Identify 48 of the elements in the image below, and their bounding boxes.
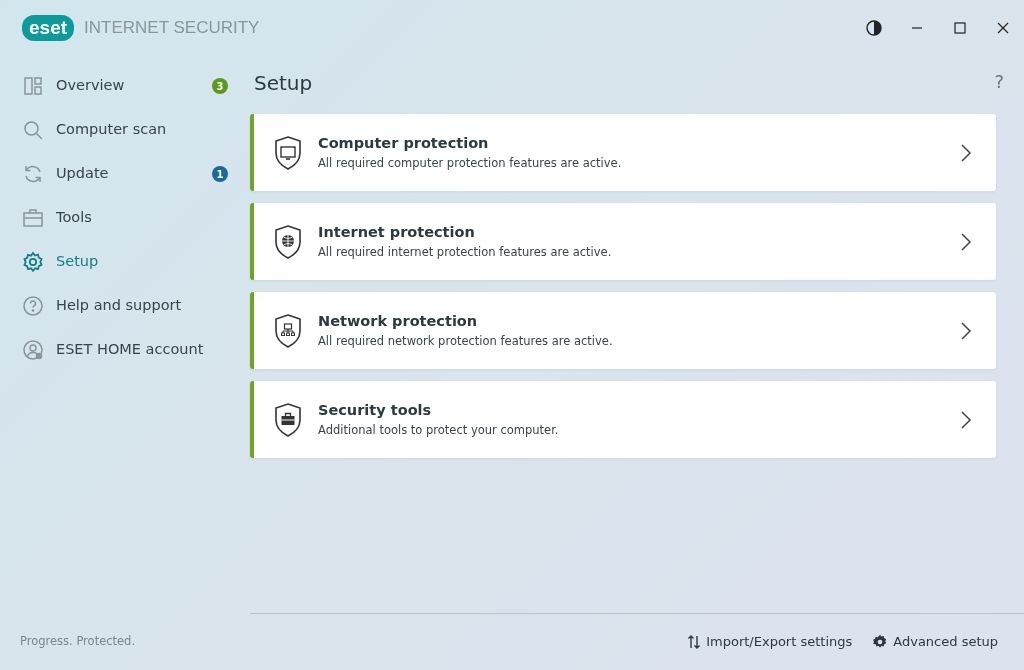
sidebar-item[interactable]: Setup	[0, 240, 250, 284]
card-title: Computer protection	[318, 134, 490, 153]
protection-card[interactable]: Security tools Additional tools to protect your computer.	[250, 381, 996, 458]
refresh-icon	[22, 163, 44, 185]
shield-globe-icon	[272, 223, 304, 260]
sidebar-item[interactable]: Computer scan	[0, 108, 250, 152]
tagline: Progress. Protected.	[20, 633, 136, 651]
card-description: All required internet protection features are active.	[318, 243, 612, 261]
settings-icon	[872, 634, 889, 650]
close-icon	[996, 22, 1009, 34]
card-title: Network protection	[318, 312, 479, 331]
sidebar-item[interactable]: Help and support	[0, 284, 250, 328]
card-description: All required network protection features are active.	[318, 332, 613, 350]
sidebar-item[interactable]: ESET HOME account	[0, 328, 250, 372]
chevron-right-icon	[960, 409, 972, 430]
shield-monitor-icon	[272, 134, 304, 171]
protection-card[interactable]: Internet protection All required internet protection features are active.	[250, 203, 996, 280]
card-title: Internet protection	[318, 223, 476, 242]
card-description: Additional tools to protect your computer.	[318, 421, 559, 439]
chevron-right-icon	[960, 320, 972, 341]
card-title: Security tools	[318, 401, 433, 420]
sidebar-item[interactable]: Tools	[0, 196, 250, 240]
briefcase-icon	[22, 207, 44, 229]
shield-briefcase-icon	[272, 401, 304, 438]
contrast-icon	[865, 20, 882, 36]
help-button[interactable]: ?	[994, 68, 1004, 95]
up-down-arrows-icon	[687, 634, 702, 650]
count-badge: 3	[212, 78, 228, 94]
shield-network-icon	[272, 312, 304, 349]
product-name: INTERNET SECURITY	[84, 17, 260, 40]
sidebar-item[interactable]: Overview 3	[0, 64, 250, 108]
maximize-icon	[953, 22, 966, 34]
layout-icon	[22, 75, 44, 97]
sidebar-item[interactable]: Update 1	[0, 152, 250, 196]
footer-link[interactable]: Advanced setup	[866, 632, 1004, 652]
protection-card[interactable]: Network protection All required network protection features are active.	[250, 292, 996, 369]
user-circle-icon	[22, 339, 44, 361]
chevron-right-icon	[960, 231, 972, 252]
question-circle-icon	[22, 295, 44, 317]
search-icon	[22, 119, 44, 141]
gear-icon	[22, 251, 44, 273]
card-description: All required computer protection features are active.	[318, 154, 622, 172]
protection-card[interactable]: Computer protection All required computer protection features are active.	[250, 114, 996, 191]
footer-link[interactable]: Import/Export settings	[681, 632, 859, 652]
chevron-right-icon	[960, 142, 972, 163]
count-badge: 1	[212, 166, 228, 182]
logo: eset	[22, 15, 75, 41]
page-title: Setup	[254, 70, 313, 97]
